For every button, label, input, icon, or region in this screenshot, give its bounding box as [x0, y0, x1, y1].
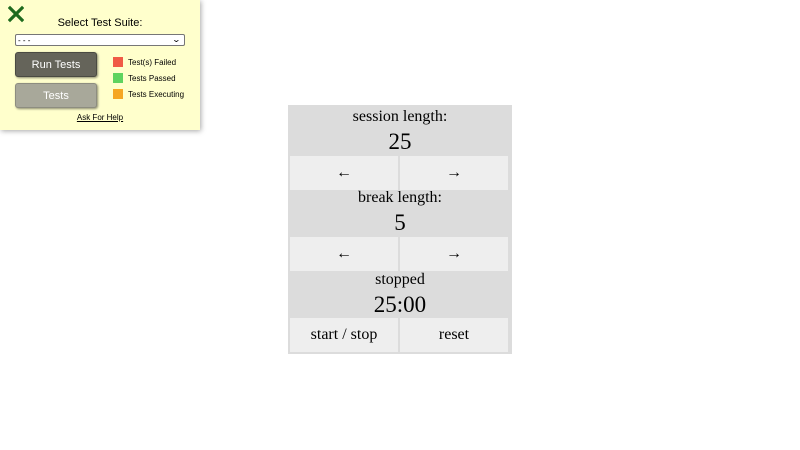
break-increment-button[interactable]: →	[400, 237, 508, 271]
legend-item-executing: Tests Executing	[113, 89, 184, 99]
pomodoro-clock: session length: 25 ← → break length: 5 ←…	[288, 105, 512, 354]
executing-swatch-icon	[113, 89, 123, 99]
test-suite-panel: Select Test Suite: - - - ⌄ Run Tests Tes…	[0, 0, 200, 130]
timer-status: stopped	[375, 271, 425, 288]
session-length-label: session length:	[352, 108, 448, 125]
reset-button[interactable]: reset	[400, 318, 508, 352]
start-stop-button[interactable]: start / stop	[290, 318, 398, 352]
legend-item-passed: Tests Passed	[113, 73, 176, 83]
tests-button[interactable]: Tests	[15, 83, 97, 108]
session-increment-button[interactable]: →	[400, 156, 508, 190]
page: Select Test Suite: - - - ⌄ Run Tests Tes…	[0, 0, 800, 450]
test-suite-select[interactable]: - - - ⌄	[15, 34, 185, 46]
break-decrement-button[interactable]: ←	[290, 237, 398, 271]
session-length-value: 25	[388, 129, 412, 154]
session-decrement-button[interactable]: ←	[290, 156, 398, 190]
passed-swatch-icon	[113, 73, 123, 83]
failed-swatch-icon	[113, 57, 123, 67]
timer-display: 25:00	[373, 292, 427, 317]
suite-select-value: - - -	[18, 35, 31, 45]
legend-label: Test(s) Failed	[128, 57, 177, 67]
legend-label: Tests Passed	[128, 73, 176, 83]
break-length-value: 5	[394, 210, 406, 235]
run-tests-button[interactable]: Run Tests	[15, 52, 97, 77]
chevron-down-icon: ⌄	[171, 35, 182, 44]
legend-item-failed: Test(s) Failed	[113, 57, 176, 67]
ask-for-help-link[interactable]: Ask For Help	[0, 113, 200, 122]
legend-label: Tests Executing	[128, 89, 185, 99]
break-length-label: break length:	[358, 189, 442, 206]
suite-title: Select Test Suite:	[57, 17, 143, 29]
